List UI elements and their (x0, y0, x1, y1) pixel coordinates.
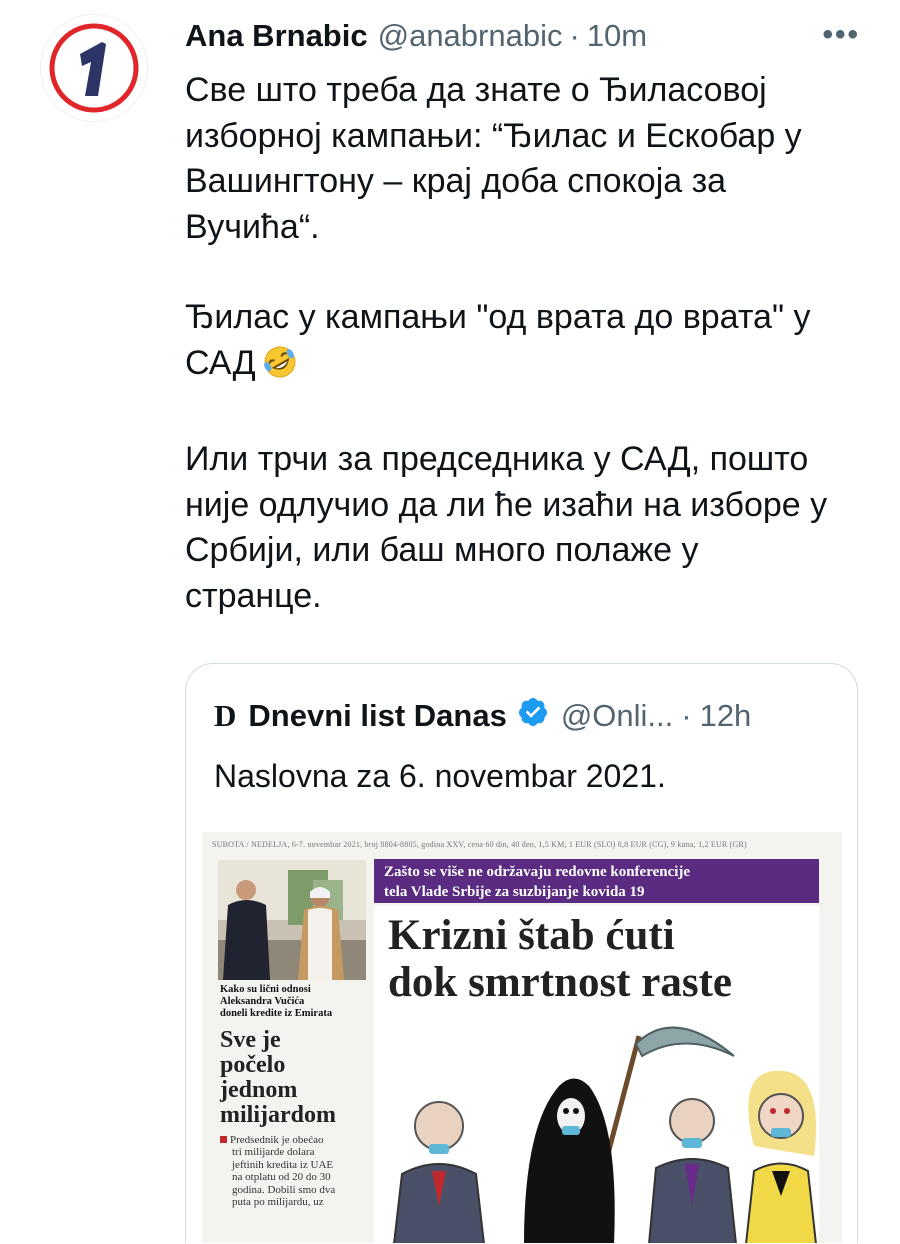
header-separator: · (569, 18, 580, 53)
rolling-on-floor-laughing-icon (262, 344, 298, 393)
verified-badge-icon (517, 696, 549, 736)
newspaper-banner: Zašto se više ne održavaju redovne konfe… (374, 859, 819, 903)
newspaper-photo (218, 860, 366, 980)
display-name[interactable]: Ana Brnabic (185, 18, 368, 54)
tweet-paragraph-1: Све што треба да знате о Ђиласовој избор… (185, 71, 802, 246)
tweet-paragraph-3: Или трчи за председника у САД, пошто ниј… (185, 440, 828, 615)
quoted-tweet-text: Naslovna za 6. novembar 2021. (214, 758, 666, 794)
newspaper-headline: Krizni štab ćuti dok smrtnost raste (388, 912, 732, 1006)
avatar[interactable] (40, 14, 148, 122)
tweet-timestamp[interactable]: 10m (587, 18, 647, 54)
side-article-body: Predsednik je obećao tri milijarde dolar… (220, 1134, 360, 1208)
newspaper-front-page-image[interactable]: SUBOTA / NEDELJA, 6-7. novembar 2021, br… (202, 832, 842, 1243)
side-headline: Sve je počelo jednom milijardom (220, 1027, 336, 1128)
quoted-tweet[interactable]: D Dnevni list Danas @Onli... · 12h Naslo… (185, 663, 858, 1243)
quoted-display-name[interactable]: Dnevni list Danas (248, 698, 506, 734)
tweet-header: Ana Brnabic @anabrnabic · 10m ••• (185, 14, 860, 58)
tweet-paragraph-2: Ђилас у кампањи "од врата до врата" у СА… (185, 295, 865, 392)
photo-caption: Kako su lični odnosi Aleksandra Vučića d… (220, 984, 333, 1019)
newspaper-date-strip: SUBOTA / NEDELJA, 6-7. novembar 2021, br… (212, 840, 747, 849)
quoted-user-handle[interactable]: @Onli... (561, 698, 673, 734)
danas-logo-icon[interactable]: D (214, 698, 236, 734)
user-handle[interactable]: @anabrnabic (378, 18, 563, 54)
quoted-separator: · (681, 698, 692, 733)
tweet-text: Све што треба да знате о Ђиласовој избор… (185, 68, 865, 664)
more-options-icon[interactable]: ••• (822, 18, 860, 52)
quoted-timestamp[interactable]: 12h (700, 698, 752, 734)
n1-logo-icon (43, 17, 145, 119)
quoted-tweet-header: D Dnevni list Danas @Onli... · 12h (214, 694, 751, 738)
